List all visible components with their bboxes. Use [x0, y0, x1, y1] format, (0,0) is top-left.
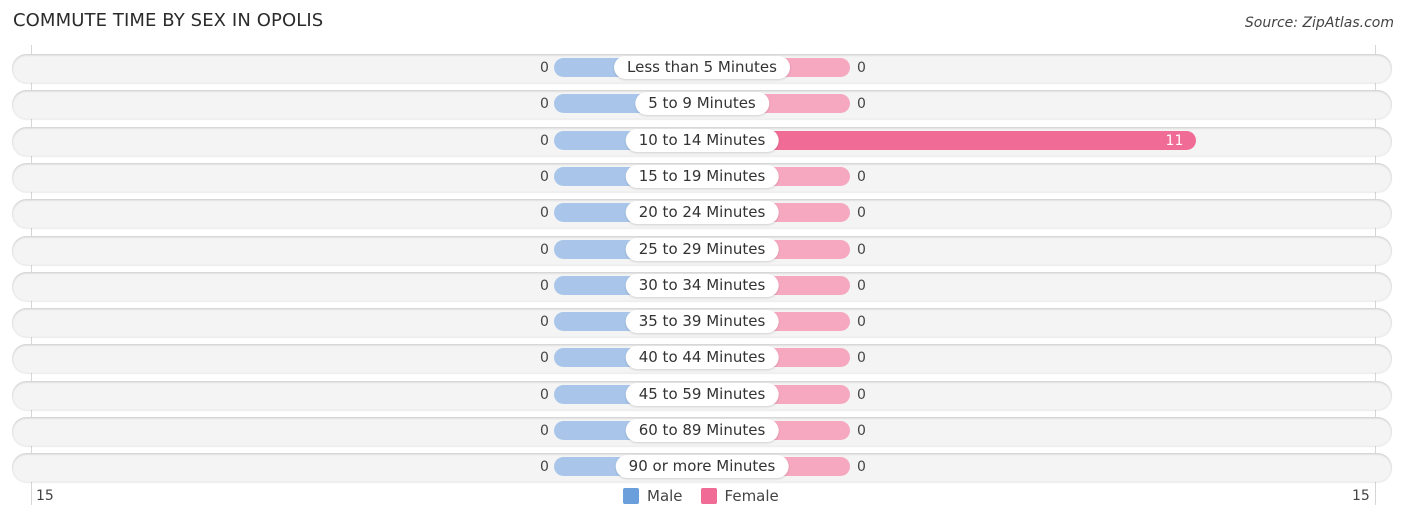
legend-female-swatch: [700, 488, 717, 504]
value-label-female: 11: [1165, 133, 1184, 149]
category-label: 15 to 19 Minutes: [625, 165, 779, 188]
value-label-female: 0: [857, 278, 866, 294]
legend-female-label: Female: [724, 487, 779, 505]
category-label: 20 to 24 Minutes: [625, 201, 779, 224]
legend-male-label: Male: [647, 487, 683, 505]
value-label-male: 0: [540, 314, 549, 330]
value-label-female: 0: [857, 60, 866, 76]
category-label: Less than 5 Minutes: [614, 56, 790, 79]
source-label: Source: ZipAtlas.com: [1244, 15, 1394, 31]
value-label-female: 0: [857, 169, 866, 185]
value-label-male: 0: [540, 278, 549, 294]
chart-title: COMMUTE TIME BY SEX IN OPOLIS: [13, 10, 324, 31]
category-label: 40 to 44 Minutes: [625, 346, 779, 369]
category-label: 30 to 34 Minutes: [625, 274, 779, 297]
value-label-male: 0: [540, 169, 549, 185]
value-label-male: 0: [540, 242, 549, 258]
x-tick-left: 15: [36, 488, 54, 504]
value-label-female: 0: [857, 459, 866, 475]
value-label-male: 0: [540, 60, 549, 76]
category-label: 35 to 39 Minutes: [625, 310, 779, 333]
value-label-female: 0: [857, 314, 866, 330]
value-label-female: 0: [857, 242, 866, 258]
value-label-male: 0: [540, 459, 549, 475]
category-label: 90 or more Minutes: [615, 455, 789, 478]
legend: Male Female: [623, 487, 779, 505]
value-label-male: 0: [540, 350, 549, 366]
legend-male-swatch: [623, 488, 639, 504]
value-label-female: 0: [857, 96, 866, 112]
value-label-male: 0: [540, 205, 549, 221]
value-label-female: 0: [857, 350, 866, 366]
value-label-female: 0: [857, 205, 866, 221]
category-label: 25 to 29 Minutes: [625, 238, 779, 261]
x-tick-right: 15: [1352, 488, 1370, 504]
value-label-female: 0: [857, 387, 866, 403]
category-label: 60 to 89 Minutes: [625, 419, 779, 442]
value-label-male: 0: [540, 133, 549, 149]
value-label-female: 0: [857, 423, 866, 439]
category-label: 5 to 9 Minutes: [635, 92, 769, 115]
value-label-male: 0: [540, 96, 549, 112]
category-label: 45 to 59 Minutes: [625, 383, 779, 406]
value-label-male: 0: [540, 423, 549, 439]
value-label-male: 0: [540, 387, 549, 403]
category-label: 10 to 14 Minutes: [625, 129, 779, 152]
